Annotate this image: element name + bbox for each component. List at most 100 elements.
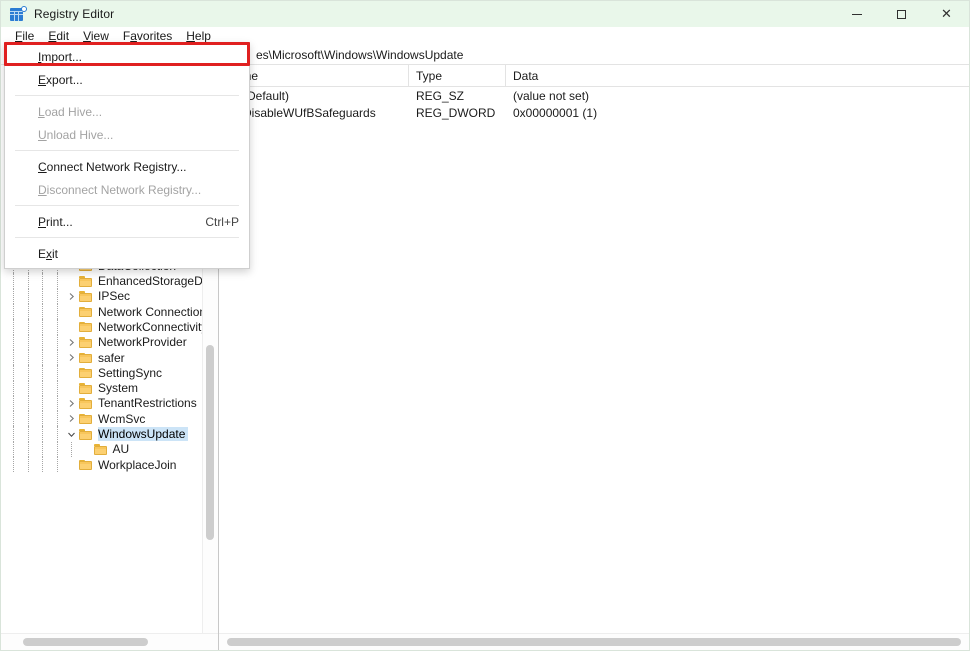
tree-indent-guide bbox=[27, 395, 30, 412]
menu-item-print[interactable]: Print... Ctrl+P bbox=[5, 210, 249, 233]
value-type-cell: REG_SZ bbox=[416, 88, 465, 103]
tree-indent-guide bbox=[42, 365, 44, 381]
folder-icon bbox=[78, 382, 94, 394]
tree-node-tenantrestrictions[interactable]: TenantRestrictions bbox=[1, 395, 202, 412]
menu-item-import[interactable]: Import... bbox=[5, 45, 249, 68]
folder-icon bbox=[78, 397, 94, 409]
value-row[interactable]: DisableWUfBSafeguards REG_DWORD 0x00000001… bbox=[219, 104, 969, 121]
menu-item-label: Print... bbox=[38, 214, 73, 229]
tree-indent-guide bbox=[13, 426, 15, 442]
tree-indent-guide bbox=[42, 304, 44, 320]
file-menu-dropdown: Import... Export... Load Hive... Unload Hiv… bbox=[4, 42, 250, 269]
tree-indent-guide bbox=[13, 457, 15, 473]
tree-node-label: System bbox=[98, 381, 139, 396]
tree-node-au[interactable]: AU bbox=[1, 441, 202, 458]
tree-node-label: Network Connections bbox=[98, 304, 202, 319]
minimize-button[interactable] bbox=[834, 1, 879, 27]
tree-indent-guide bbox=[13, 288, 15, 305]
menu-separator bbox=[15, 150, 239, 151]
tree-indent-guide bbox=[42, 288, 44, 305]
tree-node-wcmsvc[interactable]: WcmSvc bbox=[1, 411, 202, 427]
close-button[interactable]: ✕ bbox=[924, 1, 969, 27]
menu-item-exit[interactable]: Exit bbox=[5, 242, 249, 265]
maximize-icon bbox=[897, 9, 906, 19]
tree-indent-guide bbox=[27, 288, 30, 305]
tree-node-networkconnectivityst[interactable]: NetworkConnectivitySt bbox=[1, 319, 202, 335]
tree-indent-guide bbox=[27, 365, 30, 381]
column-header-data[interactable]: Data bbox=[506, 65, 969, 86]
tree-node-label: TenantRestrictions bbox=[98, 396, 197, 411]
tree-node-networkprovider[interactable]: NetworkProvider bbox=[1, 334, 202, 350]
tree-node-label: WorkplaceJoin bbox=[98, 457, 177, 472]
tree-node-system[interactable]: System bbox=[1, 380, 202, 396]
value-hscroll-thumb[interactable] bbox=[227, 638, 961, 646]
tree-indent-guide bbox=[13, 273, 15, 289]
menu-item-label: Unload Hive... bbox=[38, 127, 114, 142]
tree-indent-guide bbox=[56, 365, 59, 381]
chevron-right-icon[interactable] bbox=[65, 353, 78, 362]
folder-icon bbox=[93, 443, 109, 455]
tree-horizontal-scrollbar[interactable] bbox=[1, 633, 218, 650]
tree-hscroll-thumb[interactable] bbox=[23, 638, 148, 646]
tree-indent-guide bbox=[13, 349, 15, 366]
value-horizontal-scrollbar[interactable] bbox=[219, 633, 969, 650]
minimize-icon bbox=[851, 13, 862, 15]
chevron-down-icon[interactable] bbox=[65, 430, 78, 439]
tree-indent-guide bbox=[42, 334, 44, 350]
maximize-button[interactable] bbox=[879, 1, 924, 27]
menu-item-export[interactable]: Export... bbox=[5, 68, 249, 91]
tree-node-label: NetworkProvider bbox=[98, 335, 187, 350]
window-controls: ✕ bbox=[834, 1, 969, 27]
value-row[interactable]: (Default)REG_SZ(value not set) bbox=[219, 87, 969, 104]
tree-indent-guide bbox=[13, 411, 15, 427]
chevron-right-icon[interactable] bbox=[65, 338, 78, 347]
tree-node-label: WindowsUpdate bbox=[98, 427, 189, 442]
tree-node-label: safer bbox=[98, 350, 125, 365]
tree-node-settingsync[interactable]: SettingSync bbox=[1, 365, 202, 381]
tree-node-workplacejoin[interactable]: WorkplaceJoin bbox=[1, 457, 202, 473]
tree-indent-guide bbox=[13, 395, 15, 412]
tree-indent-guide bbox=[56, 304, 59, 320]
folder-icon bbox=[78, 352, 94, 364]
tree-indent-guide bbox=[56, 395, 59, 412]
tree-indent-guide bbox=[27, 334, 30, 350]
chevron-right-icon[interactable] bbox=[65, 399, 78, 408]
menu-separator bbox=[15, 95, 239, 96]
tree-indent-guide bbox=[13, 365, 15, 381]
tree-vscroll-thumb[interactable] bbox=[206, 345, 214, 540]
menu-item-unload-hive: Unload Hive... bbox=[5, 123, 249, 146]
tree-node-network-connections[interactable]: Network Connections bbox=[1, 304, 202, 320]
tree-indent-guide bbox=[56, 426, 59, 442]
menu-separator bbox=[15, 205, 239, 206]
tree-node-windowsupdate[interactable]: WindowsUpdate bbox=[1, 426, 202, 442]
menu-item-connect-network-registry[interactable]: Connect Network Registry... bbox=[5, 155, 249, 178]
tree-node-enhancedstoragedevic[interactable]: EnhancedStorageDevic bbox=[1, 273, 202, 289]
title-bar: Registry Editor ✕ bbox=[1, 1, 969, 27]
tree-indent-guide bbox=[27, 319, 30, 335]
folder-icon bbox=[78, 336, 94, 348]
tree-node-label: SettingSync bbox=[98, 365, 163, 380]
tree-indent-guide bbox=[42, 395, 44, 412]
value-list-header: Name Type Data bbox=[219, 65, 969, 87]
value-name-text: DisableWUfBSafeguards bbox=[243, 105, 376, 120]
tree-indent-guide bbox=[56, 411, 59, 427]
tree-indent-guide bbox=[56, 334, 59, 350]
tree-indent-guide bbox=[27, 273, 30, 289]
tree-node-safer[interactable]: safer bbox=[1, 349, 202, 366]
tree-indent-guide bbox=[27, 411, 30, 427]
tree-indent-guide bbox=[13, 441, 15, 458]
tree-node-label: NetworkConnectivitySt bbox=[98, 319, 202, 334]
tree-indent-guide bbox=[42, 273, 44, 289]
tree-node-ipsec[interactable]: IPSec bbox=[1, 288, 202, 305]
tree-indent-guide bbox=[42, 380, 44, 396]
tree-indent-guide bbox=[13, 334, 15, 350]
chevron-right-icon[interactable] bbox=[65, 292, 78, 301]
chevron-right-icon[interactable] bbox=[65, 414, 78, 423]
registry-editor-icon bbox=[10, 6, 27, 22]
menu-item-label: Disconnect Network Registry... bbox=[38, 182, 202, 197]
tree-indent-guide bbox=[56, 380, 59, 396]
menu-item-load-hive: Load Hive... bbox=[5, 100, 249, 123]
column-header-type[interactable]: Type bbox=[409, 65, 506, 86]
tree-indent-guide bbox=[42, 411, 44, 427]
tree-indent-guide bbox=[56, 319, 59, 335]
